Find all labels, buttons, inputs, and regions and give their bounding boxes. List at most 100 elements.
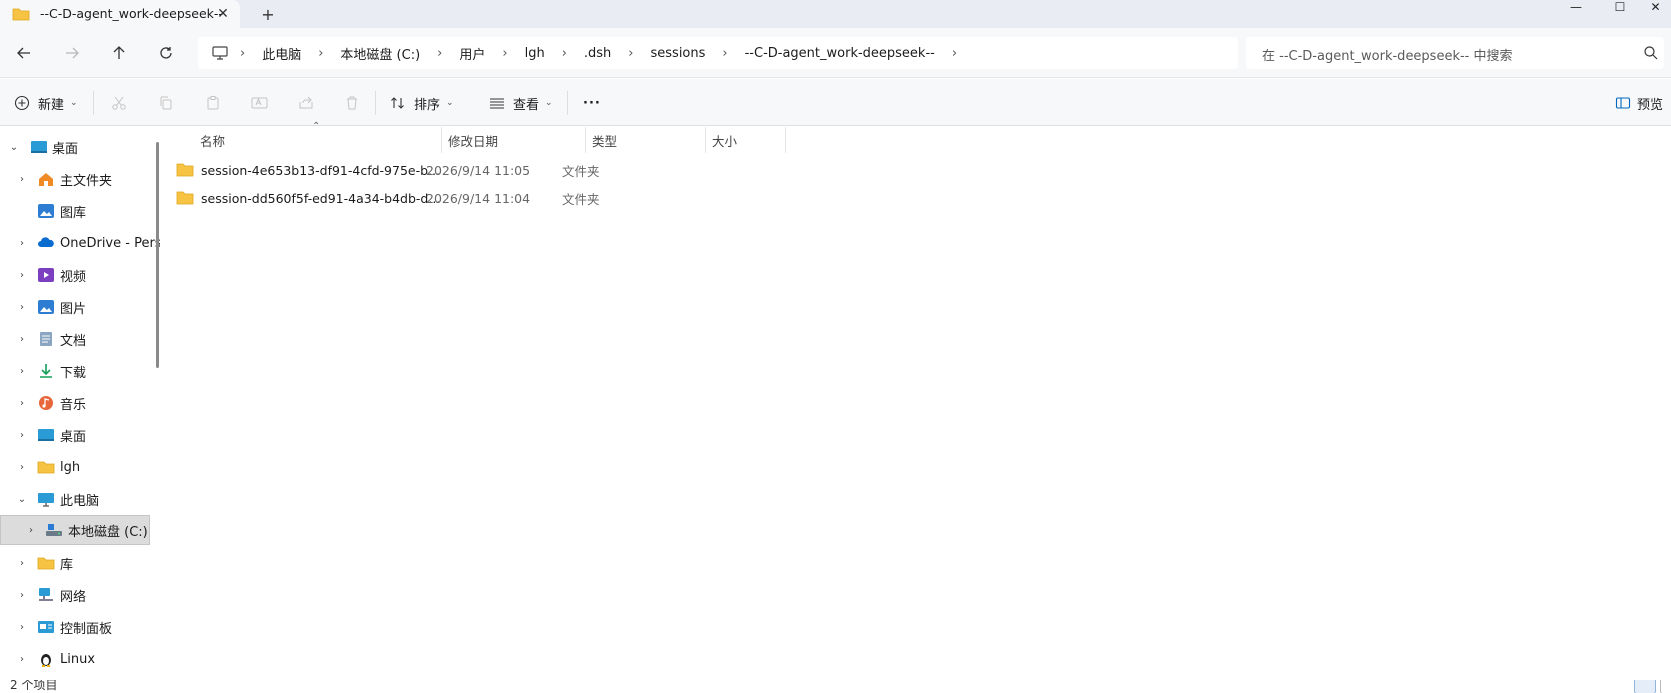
delete-button[interactable] [344,89,360,117]
tab-close-button[interactable]: ✕ [212,3,234,25]
sidebar-item-label: 网络 [60,589,87,605]
sidebar-item-this-pc[interactable]: ⌄ 此电脑 [0,483,150,515]
chevron-right-icon[interactable]: › [25,524,37,536]
breadcrumb-separator[interactable]: › [310,46,331,61]
column-header-modified[interactable]: 修改日期 [448,127,498,153]
search-icon[interactable] [1643,45,1659,61]
minimize-button[interactable]: — [1556,0,1596,14]
forward-button[interactable] [58,39,86,67]
chevron-right-icon[interactable]: › [16,621,28,633]
sidebar-item-lgh[interactable]: › lgh [0,451,150,483]
sidebar-item-videos[interactable]: › 视频 [0,259,150,291]
sidebar-scrollbar[interactable] [156,142,159,368]
sidebar-item-downloads[interactable]: › 下载 [0,355,150,387]
sidebar-item-label: 主文件夹 [60,173,113,189]
column-divider[interactable] [441,127,442,153]
sidebar-item-network[interactable]: › 网络 [0,579,150,611]
sidebar-item-local-disk[interactable]: › 本地磁盘 (C:) [0,515,150,545]
breadcrumb-separator[interactable]: › [494,46,515,61]
computer-icon[interactable] [208,43,232,63]
maximize-button[interactable]: ☐ [1600,0,1640,14]
chevron-right-icon[interactable]: › [16,589,28,601]
file-name[interactable]: session-dd560f5f-ed91-4a34-b4db-d... [201,191,440,206]
sidebar-item-gallery[interactable]: 图库 [0,195,150,227]
new-tab-button[interactable]: + [256,3,280,25]
close-window-button[interactable]: ✕ [1640,0,1671,14]
details-view-button[interactable] [1634,680,1656,693]
cut-button[interactable] [111,89,127,117]
file-name[interactable]: session-4e653b13-df91-4cfd-975e-b... [201,163,440,178]
breadcrumb-separator[interactable]: › [232,46,253,61]
breadcrumb-this-pc[interactable]: 此电脑 [253,44,310,63]
chevron-down-icon[interactable]: ⌄ [16,493,28,505]
chevron-right-icon[interactable]: › [16,173,28,185]
breadcrumb-separator[interactable]: › [429,46,450,61]
table-row[interactable]: session-dd560f5f-ed91-4a34-b4db-d... 202… [176,185,804,211]
breadcrumb-users[interactable]: 用户 [450,44,494,63]
share-button[interactable] [298,89,314,117]
breadcrumb-current-folder[interactable]: --C-D-agent_work-deepseek-- [736,46,944,61]
chevron-right-icon[interactable]: › [16,429,28,441]
column-header-size[interactable]: 大小 [712,127,737,153]
column-header-type[interactable]: 类型 [592,127,617,153]
breadcrumb-separator[interactable]: › [714,46,735,61]
breadcrumb[interactable]: › 此电脑 › 本地磁盘 (C:) › 用户 › lgh › .dsh › se… [198,37,1238,69]
new-button[interactable]: 新建 ⌄ [14,89,78,117]
breadcrumb-lgh[interactable]: lgh [516,46,554,61]
sort-button[interactable]: 排序 ⌄ [390,89,454,117]
tab-title: --C-D-agent_work-deepseek-- [40,6,223,21]
sidebar-item-onedrive[interactable]: › OneDrive - Pers [0,227,160,259]
tab-current[interactable]: --C-D-agent_work-deepseek-- ✕ [0,0,240,28]
chevron-right-icon[interactable]: › [16,461,28,473]
sidebar-item-home[interactable]: › 主文件夹 [0,163,150,195]
column-header-name[interactable]: 名称 [200,127,225,153]
sidebar-item-desktop[interactable]: › 桌面 [0,419,150,451]
breadcrumb-separator[interactable]: › [620,46,641,61]
more-options-button[interactable]: ··· [583,89,601,117]
chevron-right-icon[interactable]: › [16,237,28,249]
paste-button[interactable] [205,89,221,117]
chevron-right-icon[interactable]: › [16,365,28,377]
chevron-down-icon[interactable]: ⌄ [8,141,20,153]
breadcrumb-sessions[interactable]: sessions [642,46,715,61]
column-divider[interactable] [585,127,586,153]
onedrive-icon [38,237,54,247]
breadcrumb-local-disk[interactable]: 本地磁盘 (C:) [331,44,429,63]
chevron-right-icon[interactable]: › [16,653,28,665]
tiles-view-button[interactable] [1660,680,1671,693]
view-button[interactable]: 查看 ⌄ [489,89,553,117]
sidebar-item-music[interactable]: › 音乐 [0,387,150,419]
breadcrumb-separator[interactable]: › [554,46,575,61]
back-button[interactable] [10,39,38,67]
sidebar-item-library[interactable]: › 库 [0,547,150,579]
search-input[interactable]: 在 --C-D-agent_work-deepseek-- 中搜索 [1246,37,1664,69]
breadcrumb-dsh[interactable]: .dsh [575,46,620,61]
sidebar-item-linux[interactable]: › Linux [0,643,150,675]
sidebar-item-label: 桌面 [52,141,79,157]
navigation-pane[interactable]: ⌄ 桌面 › 主文件夹 图库 › OneDrive - Pers › 视频 › … [0,127,160,679]
sidebar-item-desktop-root[interactable]: ⌄ 桌面 [0,131,150,163]
folder-icon [12,8,30,21]
refresh-button[interactable] [152,39,180,67]
chevron-right-icon[interactable]: › [16,301,28,313]
sidebar-item-pictures[interactable]: › 图片 [0,291,150,323]
up-button[interactable] [105,39,133,67]
table-row[interactable]: session-4e653b13-df91-4cfd-975e-b... 202… [176,157,804,183]
chevron-right-icon[interactable]: › [16,557,28,569]
chevron-right-icon[interactable]: › [16,333,28,345]
status-bar: 2 个项目 [0,680,1671,693]
sidebar-item-documents[interactable]: › 文档 [0,323,150,355]
preview-pane-button[interactable]: 预览 [1615,89,1663,117]
sidebar-item-control-panel[interactable]: › 控制面板 [0,611,150,643]
chevron-right-icon[interactable]: › [16,397,28,409]
item-count: 2 个项目 [10,680,58,692]
copy-button[interactable] [158,89,174,117]
chevron-right-icon[interactable]: › [16,269,28,281]
file-list[interactable]: ⌃ 名称 修改日期 类型 大小 session-4e653b13-df91-4c… [164,121,1671,679]
sort-icon [391,97,404,109]
column-divider[interactable] [705,127,706,153]
column-divider[interactable] [785,127,786,153]
breadcrumb-separator[interactable]: › [944,46,965,61]
rename-button[interactable] [251,89,269,117]
linux-icon [41,654,51,667]
